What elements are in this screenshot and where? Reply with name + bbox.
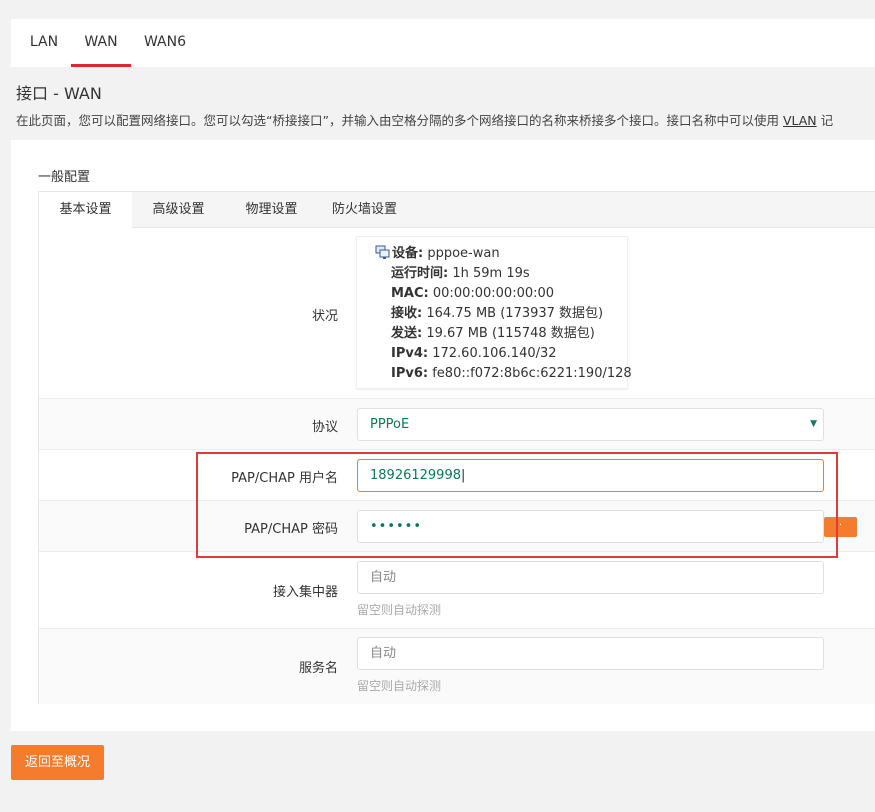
password-input[interactable]: •••••• xyxy=(357,510,824,543)
service-label: 服务名 xyxy=(298,661,338,676)
status-box: 设备: pppoe-wan 运行时间: 1h 59m 19s MAC: 00:0… xyxy=(356,236,632,389)
password-value: •••••• xyxy=(370,519,423,534)
status-tx: 发送: 19.67 MB (115748 数据包) xyxy=(391,324,595,344)
device-label: 设备: xyxy=(392,246,424,261)
mac-value: 00:00:00:00:00:00 xyxy=(432,286,555,301)
tab-advanced-settings[interactable]: 高级设置 xyxy=(132,192,225,228)
page-description-tail: 记 xyxy=(816,113,834,128)
page-title: 接口 - WAN xyxy=(16,84,102,103)
username-input[interactable]: 18926129998| xyxy=(357,459,824,492)
protocol-label: 协议 xyxy=(311,420,338,435)
uptime-value: 1h 59m 19s xyxy=(452,266,530,281)
tab-basic-settings[interactable]: 基本设置 xyxy=(39,192,132,228)
top-tab-bar: LAN WAN WAN6 xyxy=(11,19,875,67)
status-ipv4: IPv4: 172.60.106.140/32 xyxy=(391,344,557,364)
back-to-overview-button[interactable]: 返回至概况 xyxy=(11,745,104,780)
reveal-password-icon: · xyxy=(838,520,843,531)
vlan-link[interactable]: VLAN xyxy=(783,113,817,128)
concentrator-row: 接入集中器 自动 留空则自动探测 xyxy=(39,552,875,629)
chevron-down-icon: ▼ xyxy=(810,419,817,429)
username-label: PAP/CHAP 用户名 xyxy=(231,471,338,486)
page-description-text: 在此页面，您可以配置网络接口。您可以勾选“桥接接口”，并输入由空格分隔的多个网络… xyxy=(16,113,783,128)
interface-config-card: 一般配置 基本设置 高级设置 物理设置 防火墙设置 状况 设备: pppoe-w… xyxy=(11,140,875,731)
concentrator-input[interactable]: 自动 xyxy=(357,561,824,594)
ipv6-label: IPv6: xyxy=(391,366,429,381)
ipv6-value: fe80::f072:8b6c:6221:190/128 xyxy=(432,366,632,381)
network-device-icon xyxy=(375,245,391,267)
status-row: 状况 设备: pppoe-wan 运行时间: 1h 59m 19s MAC: 0… xyxy=(39,228,875,399)
service-placeholder: 自动 xyxy=(370,646,397,661)
status-mac: MAC: 00:00:00:00:00:00 xyxy=(391,284,554,304)
tab-firewall-settings[interactable]: 防火墙设置 xyxy=(318,192,411,228)
tab-wan6[interactable]: WAN6 xyxy=(139,19,191,67)
uptime-label: 运行时间: xyxy=(391,266,449,281)
ipv4-value: 172.60.106.140/32 xyxy=(432,346,557,361)
sub-tab-bar: 基本设置 高级设置 物理设置 防火墙设置 xyxy=(38,191,875,228)
concentrator-label: 接入集中器 xyxy=(272,585,338,600)
tx-value: 19.67 MB (115748 数据包) xyxy=(426,326,595,341)
status-uptime: 运行时间: 1h 59m 19s xyxy=(391,264,530,284)
rx-value: 164.75 MB (173937 数据包) xyxy=(426,306,604,321)
password-label: PAP/CHAP 密码 xyxy=(244,522,338,537)
password-row: PAP/CHAP 密码 •••••• · xyxy=(39,501,875,552)
page-description: 在此页面，您可以配置网络接口。您可以勾选“桥接接口”，并输入由空格分隔的多个网络… xyxy=(16,110,833,129)
username-value: 18926129998 xyxy=(370,468,461,483)
tab-lan[interactable]: LAN xyxy=(25,19,63,67)
mac-label: MAC: xyxy=(391,286,429,301)
section-title: 一般配置 xyxy=(38,170,91,185)
tab-physical-settings[interactable]: 物理设置 xyxy=(225,192,318,228)
service-hint: 留空则自动探测 xyxy=(357,679,442,693)
device-value: pppoe-wan xyxy=(427,246,500,261)
concentrator-hint: 留空则自动探测 xyxy=(357,603,442,617)
page: LAN WAN WAN6 接口 - WAN 在此页面，您可以配置网络接口。您可以… xyxy=(0,0,875,812)
status-label: 状况 xyxy=(311,309,338,324)
status-ipv6: IPv6: fe80::f072:8b6c:6221:190/128 xyxy=(391,364,632,384)
tab-wan[interactable]: WAN xyxy=(71,19,131,67)
username-row: PAP/CHAP 用户名 18926129998| xyxy=(39,450,875,501)
protocol-select[interactable]: PPPoE ▼ xyxy=(357,408,824,441)
tx-label: 发送: xyxy=(391,326,423,341)
concentrator-placeholder: 自动 xyxy=(370,570,397,585)
reveal-password-button[interactable]: · xyxy=(824,517,857,537)
protocol-row: 协议 PPPoE ▼ xyxy=(39,399,875,450)
status-rx: 接收: 164.75 MB (173937 数据包) xyxy=(391,304,603,324)
ipv4-label: IPv4: xyxy=(391,346,429,361)
service-row: 服务名 自动 留空则自动探测 xyxy=(39,629,875,704)
form-area: 状况 设备: pppoe-wan 运行时间: 1h 59m 19s MAC: 0… xyxy=(38,228,875,704)
protocol-value: PPPoE xyxy=(370,417,410,432)
service-input[interactable]: 自动 xyxy=(357,637,824,670)
rx-label: 接收: xyxy=(391,306,423,321)
